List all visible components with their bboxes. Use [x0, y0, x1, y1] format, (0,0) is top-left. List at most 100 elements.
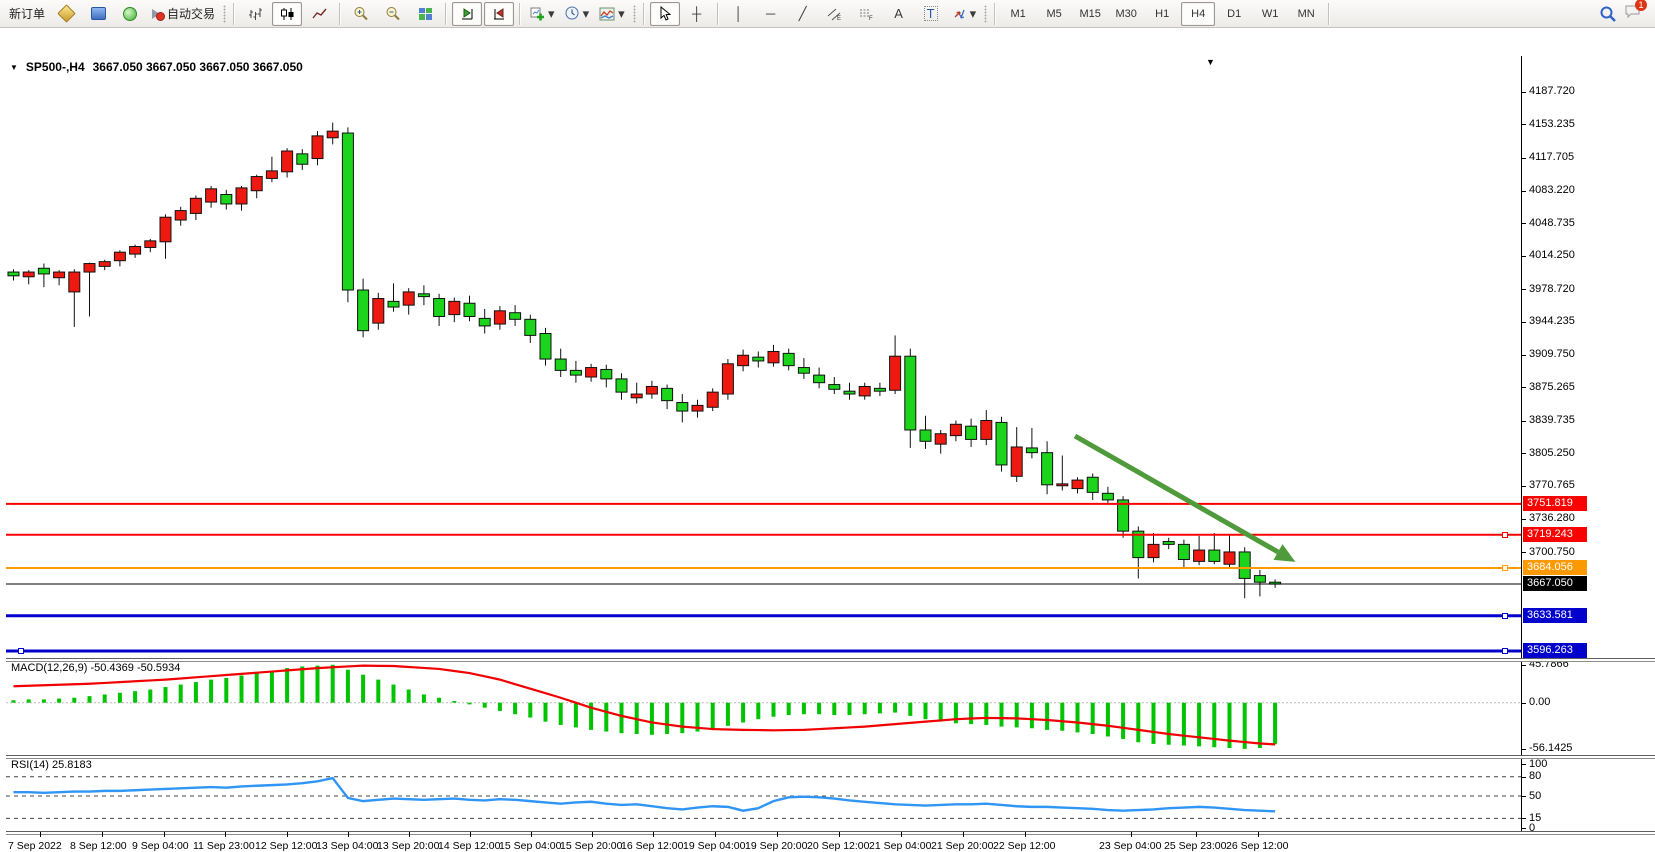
- price-tick: [1521, 92, 1526, 93]
- auto-trading-icon: [151, 8, 164, 20]
- price-tick: [1521, 796, 1526, 797]
- symbols-button[interactable]: [51, 2, 81, 26]
- candlestick-chart-button[interactable]: [272, 2, 302, 26]
- main-chart-panel[interactable]: [6, 56, 1521, 658]
- bar-chart-button[interactable]: [240, 2, 270, 26]
- time-tick: [901, 832, 902, 837]
- price-axis-label: 3805.250: [1529, 447, 1575, 459]
- line-chart-button[interactable]: [304, 2, 334, 26]
- time-tick: [225, 832, 226, 837]
- timeframe-m15[interactable]: M15: [1073, 2, 1107, 26]
- new-chart-button[interactable]: ▾: [526, 2, 559, 26]
- text-label-tool-button[interactable]: T: [916, 2, 946, 26]
- period-button[interactable]: ▾: [561, 2, 594, 26]
- notification-badge: 1: [1635, 0, 1647, 11]
- toolbar-separator: [1328, 3, 1330, 25]
- macd-indicator-label: MACD(12,26,9) -50.4369 -50.5934: [11, 662, 180, 674]
- clock-icon: [565, 6, 580, 21]
- price-axis-label: 4083.220: [1529, 184, 1575, 196]
- time-axis-label: 19 Sep 04:00: [683, 840, 745, 852]
- price-tick: [1521, 777, 1526, 778]
- price-tick: [1521, 223, 1526, 224]
- zoom-out-button[interactable]: [378, 2, 408, 26]
- panel-separator[interactable]: [6, 831, 1655, 835]
- time-axis-label: 21 Sep 20:00: [931, 840, 993, 852]
- price-tick: [1521, 519, 1526, 520]
- time-axis-label: 19 Sep 20:00: [745, 840, 807, 852]
- price-axis-label: 4014.250: [1529, 249, 1575, 261]
- tile-windows-button[interactable]: [410, 2, 440, 26]
- market-watch-button[interactable]: [83, 2, 113, 26]
- zoom-in-button[interactable]: [346, 2, 376, 26]
- price-axis-label: 4048.735: [1529, 217, 1575, 229]
- dropdown-arrow-icon: ▾: [583, 7, 590, 20]
- time-tick: [1131, 832, 1132, 837]
- line-handle[interactable]: [18, 648, 24, 654]
- time-axis-label: 20 Sep 12:00: [807, 840, 869, 852]
- time-tick: [777, 832, 778, 837]
- cursor-tool-button[interactable]: [650, 2, 680, 26]
- line-handle[interactable]: [1502, 532, 1508, 538]
- line-handle[interactable]: [1502, 613, 1508, 619]
- timeframe-m5[interactable]: M5: [1037, 2, 1071, 26]
- price-line-badge: 3596.263: [1523, 643, 1587, 658]
- toolbar-separator: [339, 3, 341, 25]
- time-axis-label: 14 Sep 12:00: [438, 840, 500, 852]
- trendline-tool-button[interactable]: ╱: [788, 2, 818, 26]
- price-tick: [1521, 749, 1526, 750]
- toolbar-right: 1: [1600, 4, 1641, 24]
- timeframe-w1[interactable]: W1: [1253, 2, 1287, 26]
- cursor-icon: [658, 6, 671, 21]
- timeframe-m30[interactable]: M30: [1109, 2, 1143, 26]
- toolbar-separator: [643, 3, 645, 25]
- vertical-line-icon: │: [735, 7, 743, 20]
- vertical-line-tool-button[interactable]: │: [724, 2, 754, 26]
- indicators-button[interactable]: ▾: [595, 2, 629, 26]
- price-axis-label: 3909.750: [1529, 348, 1575, 360]
- toolbar-separator: [519, 3, 521, 25]
- macd-axis-label: 0.00: [1529, 696, 1550, 708]
- timeframe-h4[interactable]: H4: [1181, 2, 1215, 26]
- channel-tool-button[interactable]: E: [820, 2, 850, 26]
- arrows-tool-button[interactable]: ▾: [948, 2, 981, 26]
- auto-trading-button[interactable]: 自动交易: [147, 2, 219, 26]
- crosshair-tool-button[interactable]: ┼: [682, 2, 712, 26]
- time-axis-label: 12 Sep 12:00: [255, 840, 317, 852]
- panel-separator[interactable]: [6, 755, 1655, 759]
- rsi-axis-label: 50: [1529, 790, 1541, 802]
- timeframe-m1[interactable]: M1: [1001, 2, 1035, 26]
- price-axis-label: 4187.720: [1529, 85, 1575, 97]
- price-tick: [1521, 703, 1526, 704]
- timeframe-mn[interactable]: MN: [1289, 2, 1323, 26]
- market-watch-icon: [91, 7, 106, 20]
- rsi-panel[interactable]: [6, 757, 1521, 831]
- notifications-button[interactable]: 1: [1624, 4, 1641, 24]
- price-tick: [1521, 256, 1526, 257]
- text-tool-button[interactable]: A: [884, 2, 914, 26]
- timeframe-d1[interactable]: D1: [1217, 2, 1251, 26]
- time-axis-label: 15 Sep 04:00: [499, 840, 561, 852]
- signals-button[interactable]: [115, 2, 145, 26]
- price-tick: [1521, 124, 1526, 125]
- line-handle[interactable]: [1502, 648, 1508, 654]
- line-handle[interactable]: [1502, 565, 1508, 571]
- time-axis-label: 9 Sep 04:00: [132, 840, 189, 852]
- text-tool-icon: A: [894, 7, 903, 20]
- toolbar-grip: [633, 5, 636, 23]
- new-order-button[interactable]: 新订单: [5, 2, 49, 26]
- rsi-axis-label: 80: [1529, 770, 1541, 782]
- panel-separator[interactable]: [6, 658, 1655, 662]
- chart-window: ▼ SP500-,H4 3667.050 3667.050 3667.050 3…: [0, 28, 1655, 828]
- auto-scroll-button[interactable]: [452, 2, 482, 26]
- toolbar-separator: [445, 3, 447, 25]
- chart-shift-button[interactable]: [484, 2, 514, 26]
- macd-panel[interactable]: [6, 660, 1521, 755]
- time-axis-label: 26 Sep 12:00: [1226, 840, 1288, 852]
- search-icon[interactable]: [1600, 6, 1616, 22]
- fibonacci-tool-button[interactable]: F: [852, 2, 882, 26]
- horizontal-line-tool-button[interactable]: ─: [756, 2, 786, 26]
- time-tick: [470, 832, 471, 837]
- time-tick: [653, 832, 654, 837]
- timeframe-h1[interactable]: H1: [1145, 2, 1179, 26]
- auto-scroll-icon: [460, 7, 475, 21]
